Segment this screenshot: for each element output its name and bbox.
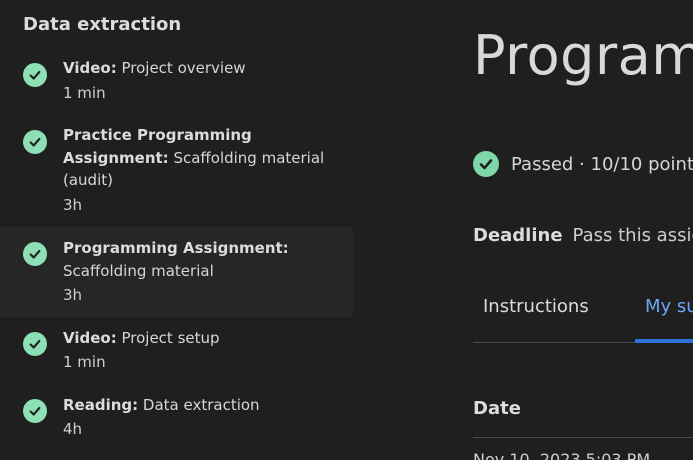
sidebar-item-practice-programming-assignment[interactable]: Practice Programming Assignment: Scaffol… (0, 122, 353, 222)
item-duration: 1 min (63, 353, 106, 371)
tab-instructions[interactable]: Instructions (483, 296, 589, 317)
section-title: Data extraction (23, 14, 182, 35)
item-title: Project setup (121, 329, 220, 347)
item-duration: 1 min (63, 84, 106, 102)
item-duration: 3h (63, 196, 83, 214)
completed-check-icon (23, 242, 47, 266)
table-divider (473, 437, 693, 438)
active-tab-indicator (635, 339, 693, 343)
sidebar-item-text: Programming Assignment: Scaffolding mate… (63, 237, 333, 282)
assignment-tabs: Instructions My submission (473, 280, 693, 343)
item-duration: 3h (63, 286, 83, 304)
page-title: Programming Assignment: Scaffolding mate… (473, 24, 693, 87)
passed-check-icon (473, 151, 499, 177)
course-sidebar: Data extraction Video: Project overview … (0, 0, 353, 460)
deadline-value: Pass this assignment to continue (572, 225, 693, 246)
grade-status: Passed · 10/10 points (473, 151, 693, 177)
completed-check-icon (23, 63, 47, 87)
deadline-label: Deadline (473, 225, 563, 246)
item-title: Project overview (121, 59, 246, 77)
item-duration: 4h (63, 420, 83, 438)
sidebar-item-text: Practice Programming Assignment: Scaffol… (63, 124, 333, 192)
sidebar-item-programming-assignment[interactable]: Programming Assignment: Scaffolding mate… (0, 227, 353, 317)
sidebar-item-text: Video: Project setup (63, 327, 333, 350)
sidebar-item-reading-data-extraction[interactable]: Reading: Data extraction 4h (0, 392, 353, 452)
sidebar-item-text: Reading: Data extraction (63, 394, 333, 417)
submission-row[interactable]: Nov 10, 2023 5:03 PM (473, 450, 693, 460)
item-type: Video: (63, 59, 117, 77)
deadline-row: Deadline Pass this assignment to continue (473, 225, 693, 246)
completed-check-icon (23, 332, 47, 356)
assignment-main: Programming Assignment: Scaffolding mate… (473, 0, 693, 460)
status-text: Passed · 10/10 points (511, 153, 693, 175)
submission-date: Nov 10, 2023 5:03 PM (473, 450, 651, 460)
item-type: Programming Assignment: (63, 239, 289, 257)
tab-my-submission[interactable]: My submission (645, 296, 693, 317)
item-type: Video: (63, 329, 117, 347)
item-type: Reading: (63, 396, 139, 414)
sidebar-item-video-project-setup[interactable]: Video: Project setup 1 min (0, 325, 353, 385)
item-title: Data extraction (142, 396, 260, 414)
sidebar-item-video-project-overview[interactable]: Video: Project overview 1 min (0, 55, 353, 115)
completed-check-icon (23, 399, 47, 423)
item-title: Scaffolding material (63, 261, 214, 280)
sidebar-item-text: Video: Project overview (63, 57, 333, 80)
date-column-header: Date (473, 398, 521, 419)
completed-check-icon (23, 130, 47, 154)
